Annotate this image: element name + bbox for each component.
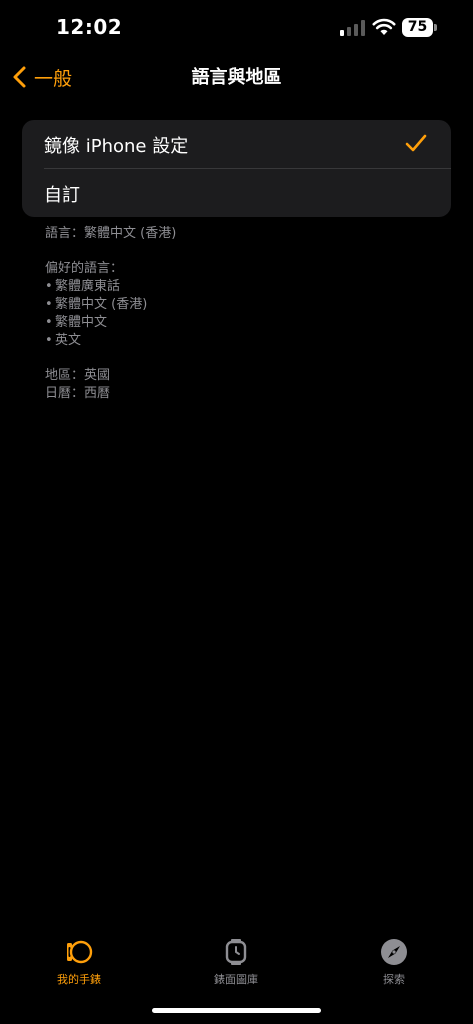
region-line: 地區：英國 xyxy=(45,368,111,383)
compass-icon xyxy=(381,939,407,965)
option-custom[interactable]: 自訂 xyxy=(22,169,451,217)
checkmark-icon xyxy=(405,134,427,152)
tab-label: 探索 xyxy=(383,973,405,986)
language-region-summary: 語言：繁體中文 (香港) 偏好的語言： 繁體廣東話 繁體中文 (香港) 繁體中文… xyxy=(45,225,425,403)
preferred-language-item: 英文 xyxy=(45,332,425,350)
option-label: 鏡像 iPhone 設定 xyxy=(44,136,189,157)
battery-indicator: 75 xyxy=(402,18,433,37)
watch-icon xyxy=(225,939,247,965)
tab-label: 我的手錶 xyxy=(57,973,101,986)
status-bar: 12:02 75 xyxy=(0,0,473,56)
home-indicator[interactable] xyxy=(152,1008,321,1013)
status-time: 12:02 xyxy=(56,15,123,39)
option-mirror-iphone[interactable]: 鏡像 iPhone 設定 xyxy=(22,120,451,169)
preferred-language-item: 繁體廣東話 xyxy=(45,278,425,296)
preferred-language-item: 繁體中文 (香港) xyxy=(45,296,425,314)
wifi-icon xyxy=(372,18,396,35)
language-line: 語言：繁體中文 (香港) xyxy=(45,226,177,241)
tab-face-gallery[interactable]: 錶面圖庫 xyxy=(181,938,291,987)
tab-discover[interactable]: 探索 xyxy=(339,938,449,987)
tab-label: 錶面圖庫 xyxy=(214,973,258,986)
tab-my-watch[interactable]: 我的手錶 xyxy=(24,938,134,987)
option-label: 自訂 xyxy=(44,185,80,206)
calendar-line: 日曆：西曆 xyxy=(45,386,111,401)
cellular-signal-icon xyxy=(340,20,365,36)
battery-nub xyxy=(434,24,437,31)
watch-face-icon xyxy=(67,940,93,964)
preferred-languages-header: 偏好的語言： xyxy=(45,261,124,276)
page-title: 語言與地區 xyxy=(191,67,282,88)
language-options-list: 鏡像 iPhone 設定 自訂 xyxy=(22,120,451,217)
preferred-language-item: 繁體中文 xyxy=(45,314,425,332)
